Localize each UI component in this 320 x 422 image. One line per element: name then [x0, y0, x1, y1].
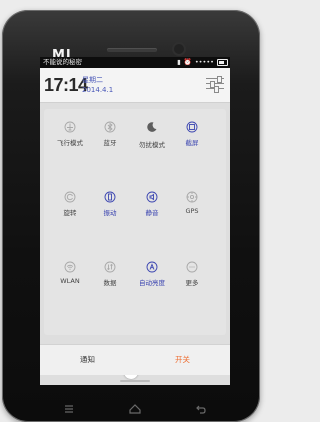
airplane-icon [64, 121, 76, 133]
drag-handle[interactable] [120, 380, 150, 382]
toggle-label: 更多 [185, 279, 199, 287]
sim-icon: ▮ [177, 58, 181, 66]
toggle-label: 飞行模式 [57, 139, 83, 147]
toggle-label: 静音 [145, 209, 159, 217]
screen: 不能说的秘密 ▮ ⏰ ••••• 17:14 星期二 2014.4.1 飞行模式… [40, 57, 230, 385]
toggle-vibrate[interactable]: 振动 [90, 191, 130, 241]
toggle-panel: 飞行模式 蓝牙 勿扰模式 截屏旋转 振动 静音 GPS WLAN 数据 自动亮度 更多 [44, 109, 226, 379]
toggle-auto-brightness[interactable]: 自动亮度 [132, 261, 172, 311]
toggle-more[interactable]: 更多 [172, 261, 212, 311]
mute-icon [146, 191, 158, 203]
toggle-label: 自动亮度 [139, 279, 165, 287]
clock-time: 17:14 [44, 75, 88, 95]
tab-toggles[interactable]: 开关 [135, 345, 230, 375]
vibrate-icon [104, 191, 116, 203]
wifi-icon [64, 261, 76, 273]
home-icon[interactable] [128, 402, 142, 416]
bluetooth-icon [104, 121, 116, 133]
tab-notifications[interactable]: 通知 [40, 345, 135, 375]
toggle-rotate[interactable]: 旋转 [50, 191, 90, 241]
more-icon [186, 261, 198, 273]
status-bar: 不能说的秘密 ▮ ⏰ ••••• [40, 57, 230, 68]
toggle-label: 数据 [103, 279, 117, 287]
toggle-data[interactable]: 数据 [90, 261, 130, 311]
battery-icon [217, 59, 228, 66]
earpiece-speaker [107, 48, 157, 52]
screenshot-icon [186, 121, 198, 133]
toggle-bluetooth[interactable]: 蓝牙 [90, 121, 130, 171]
toggle-label: 旋转 [63, 209, 77, 217]
toggle-label: 截屏 [185, 139, 199, 147]
toggle-label: 勿扰模式 [139, 141, 165, 149]
moon-icon [147, 122, 157, 132]
back-icon[interactable] [194, 402, 208, 416]
toggle-wifi[interactable]: WLAN [50, 261, 90, 311]
toggle-airplane[interactable]: 飞行模式 [50, 121, 90, 171]
notification-header: 17:14 星期二 2014.4.1 [40, 68, 230, 103]
toggle-label: 振动 [103, 209, 117, 217]
navigation-bar [40, 400, 230, 418]
weekday-label: 星期二 [82, 76, 103, 84]
toggle-label: 蓝牙 [103, 139, 117, 147]
auto-brightness-icon [146, 261, 158, 273]
toggle-moon[interactable]: 勿扰模式 [132, 121, 172, 171]
toggle-label: WLAN [60, 277, 80, 285]
carrier-text: 不能说的秘密 [43, 58, 82, 66]
front-camera [174, 44, 184, 54]
date-label: 2014.4.1 [82, 86, 114, 94]
settings-sliders-icon[interactable] [206, 76, 224, 93]
notification-tabs: 通知 开关 [40, 344, 230, 375]
gps-icon [186, 191, 198, 203]
toggle-mute[interactable]: 静音 [132, 191, 172, 241]
toggle-gps[interactable]: GPS [172, 191, 212, 241]
data-icon [104, 261, 116, 273]
toggle-screenshot[interactable]: 截屏 [172, 121, 212, 171]
alarm-icon: ⏰ [183, 58, 192, 66]
rotate-icon [64, 191, 76, 203]
toggle-label: GPS [185, 207, 199, 215]
signal-dots: ••••• [194, 58, 214, 66]
menu-icon[interactable] [62, 402, 76, 416]
